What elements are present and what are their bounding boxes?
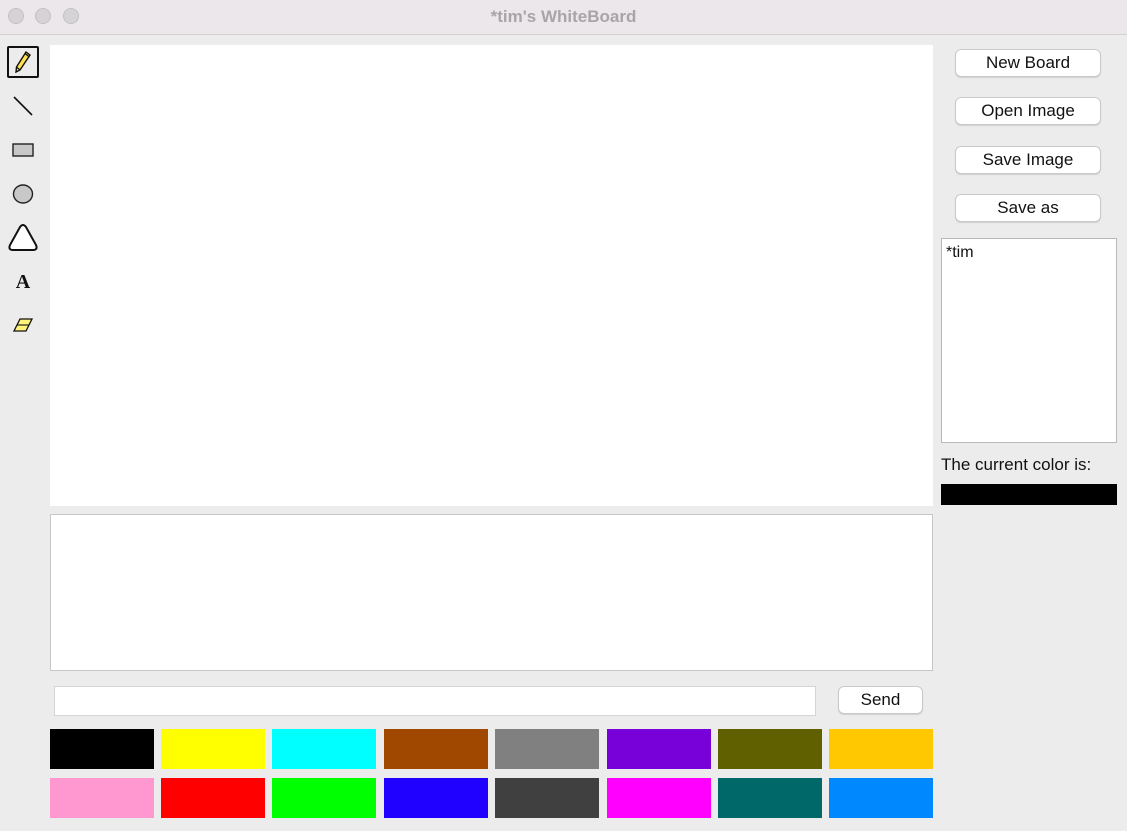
oval-icon <box>12 184 34 204</box>
color-swatch[interactable] <box>50 729 154 769</box>
line-tool[interactable] <box>7 90 39 122</box>
user-list[interactable]: *tim <box>941 238 1117 443</box>
current-color-swatch <box>941 484 1117 505</box>
color-swatch[interactable] <box>161 778 265 818</box>
eraser-icon <box>12 318 34 332</box>
save-as-button[interactable]: Save as <box>955 194 1101 222</box>
triangle-tool[interactable] <box>7 222 39 254</box>
rectangle-tool[interactable] <box>7 134 39 166</box>
send-button[interactable]: Send <box>838 686 923 714</box>
user-list-item[interactable]: *tim <box>946 244 974 262</box>
color-swatch[interactable] <box>495 729 599 769</box>
window-title: *tim's WhiteBoard <box>490 7 637 26</box>
color-swatch[interactable] <box>272 729 376 769</box>
text-tool[interactable]: A <box>7 266 39 298</box>
color-swatch[interactable] <box>272 778 376 818</box>
chat-message-input[interactable] <box>54 686 816 716</box>
pencil-tool[interactable] <box>7 46 39 78</box>
text-icon: A <box>15 270 31 293</box>
new-board-button[interactable]: New Board <box>955 49 1101 77</box>
pencil-icon <box>15 50 31 74</box>
oval-tool[interactable] <box>7 178 39 210</box>
title-bar: *tim's WhiteBoard <box>0 0 1127 35</box>
triangle-icon <box>8 224 38 251</box>
drawing-canvas[interactable] <box>50 45 933 506</box>
rectangle-icon <box>12 143 34 157</box>
color-swatch[interactable] <box>161 729 265 769</box>
chat-history <box>50 514 933 671</box>
color-swatch[interactable] <box>607 778 711 818</box>
color-swatch[interactable] <box>607 729 711 769</box>
color-swatch[interactable] <box>50 778 154 818</box>
color-swatch[interactable] <box>384 729 488 769</box>
current-color-label: The current color is: <box>941 455 1092 474</box>
color-swatch[interactable] <box>718 729 822 769</box>
color-swatch[interactable] <box>829 778 933 818</box>
line-icon <box>13 96 33 116</box>
save-image-button[interactable]: Save Image <box>955 146 1101 174</box>
tool-palette: A <box>5 44 43 344</box>
color-swatch[interactable] <box>829 729 933 769</box>
color-swatch[interactable] <box>384 778 488 818</box>
open-image-button[interactable]: Open Image <box>955 97 1101 125</box>
eraser-tool[interactable] <box>7 310 39 342</box>
whiteboard-window: *tim's WhiteBoard A Send New Board Open … <box>0 0 1127 831</box>
color-swatch[interactable] <box>718 778 822 818</box>
color-swatch[interactable] <box>495 778 599 818</box>
